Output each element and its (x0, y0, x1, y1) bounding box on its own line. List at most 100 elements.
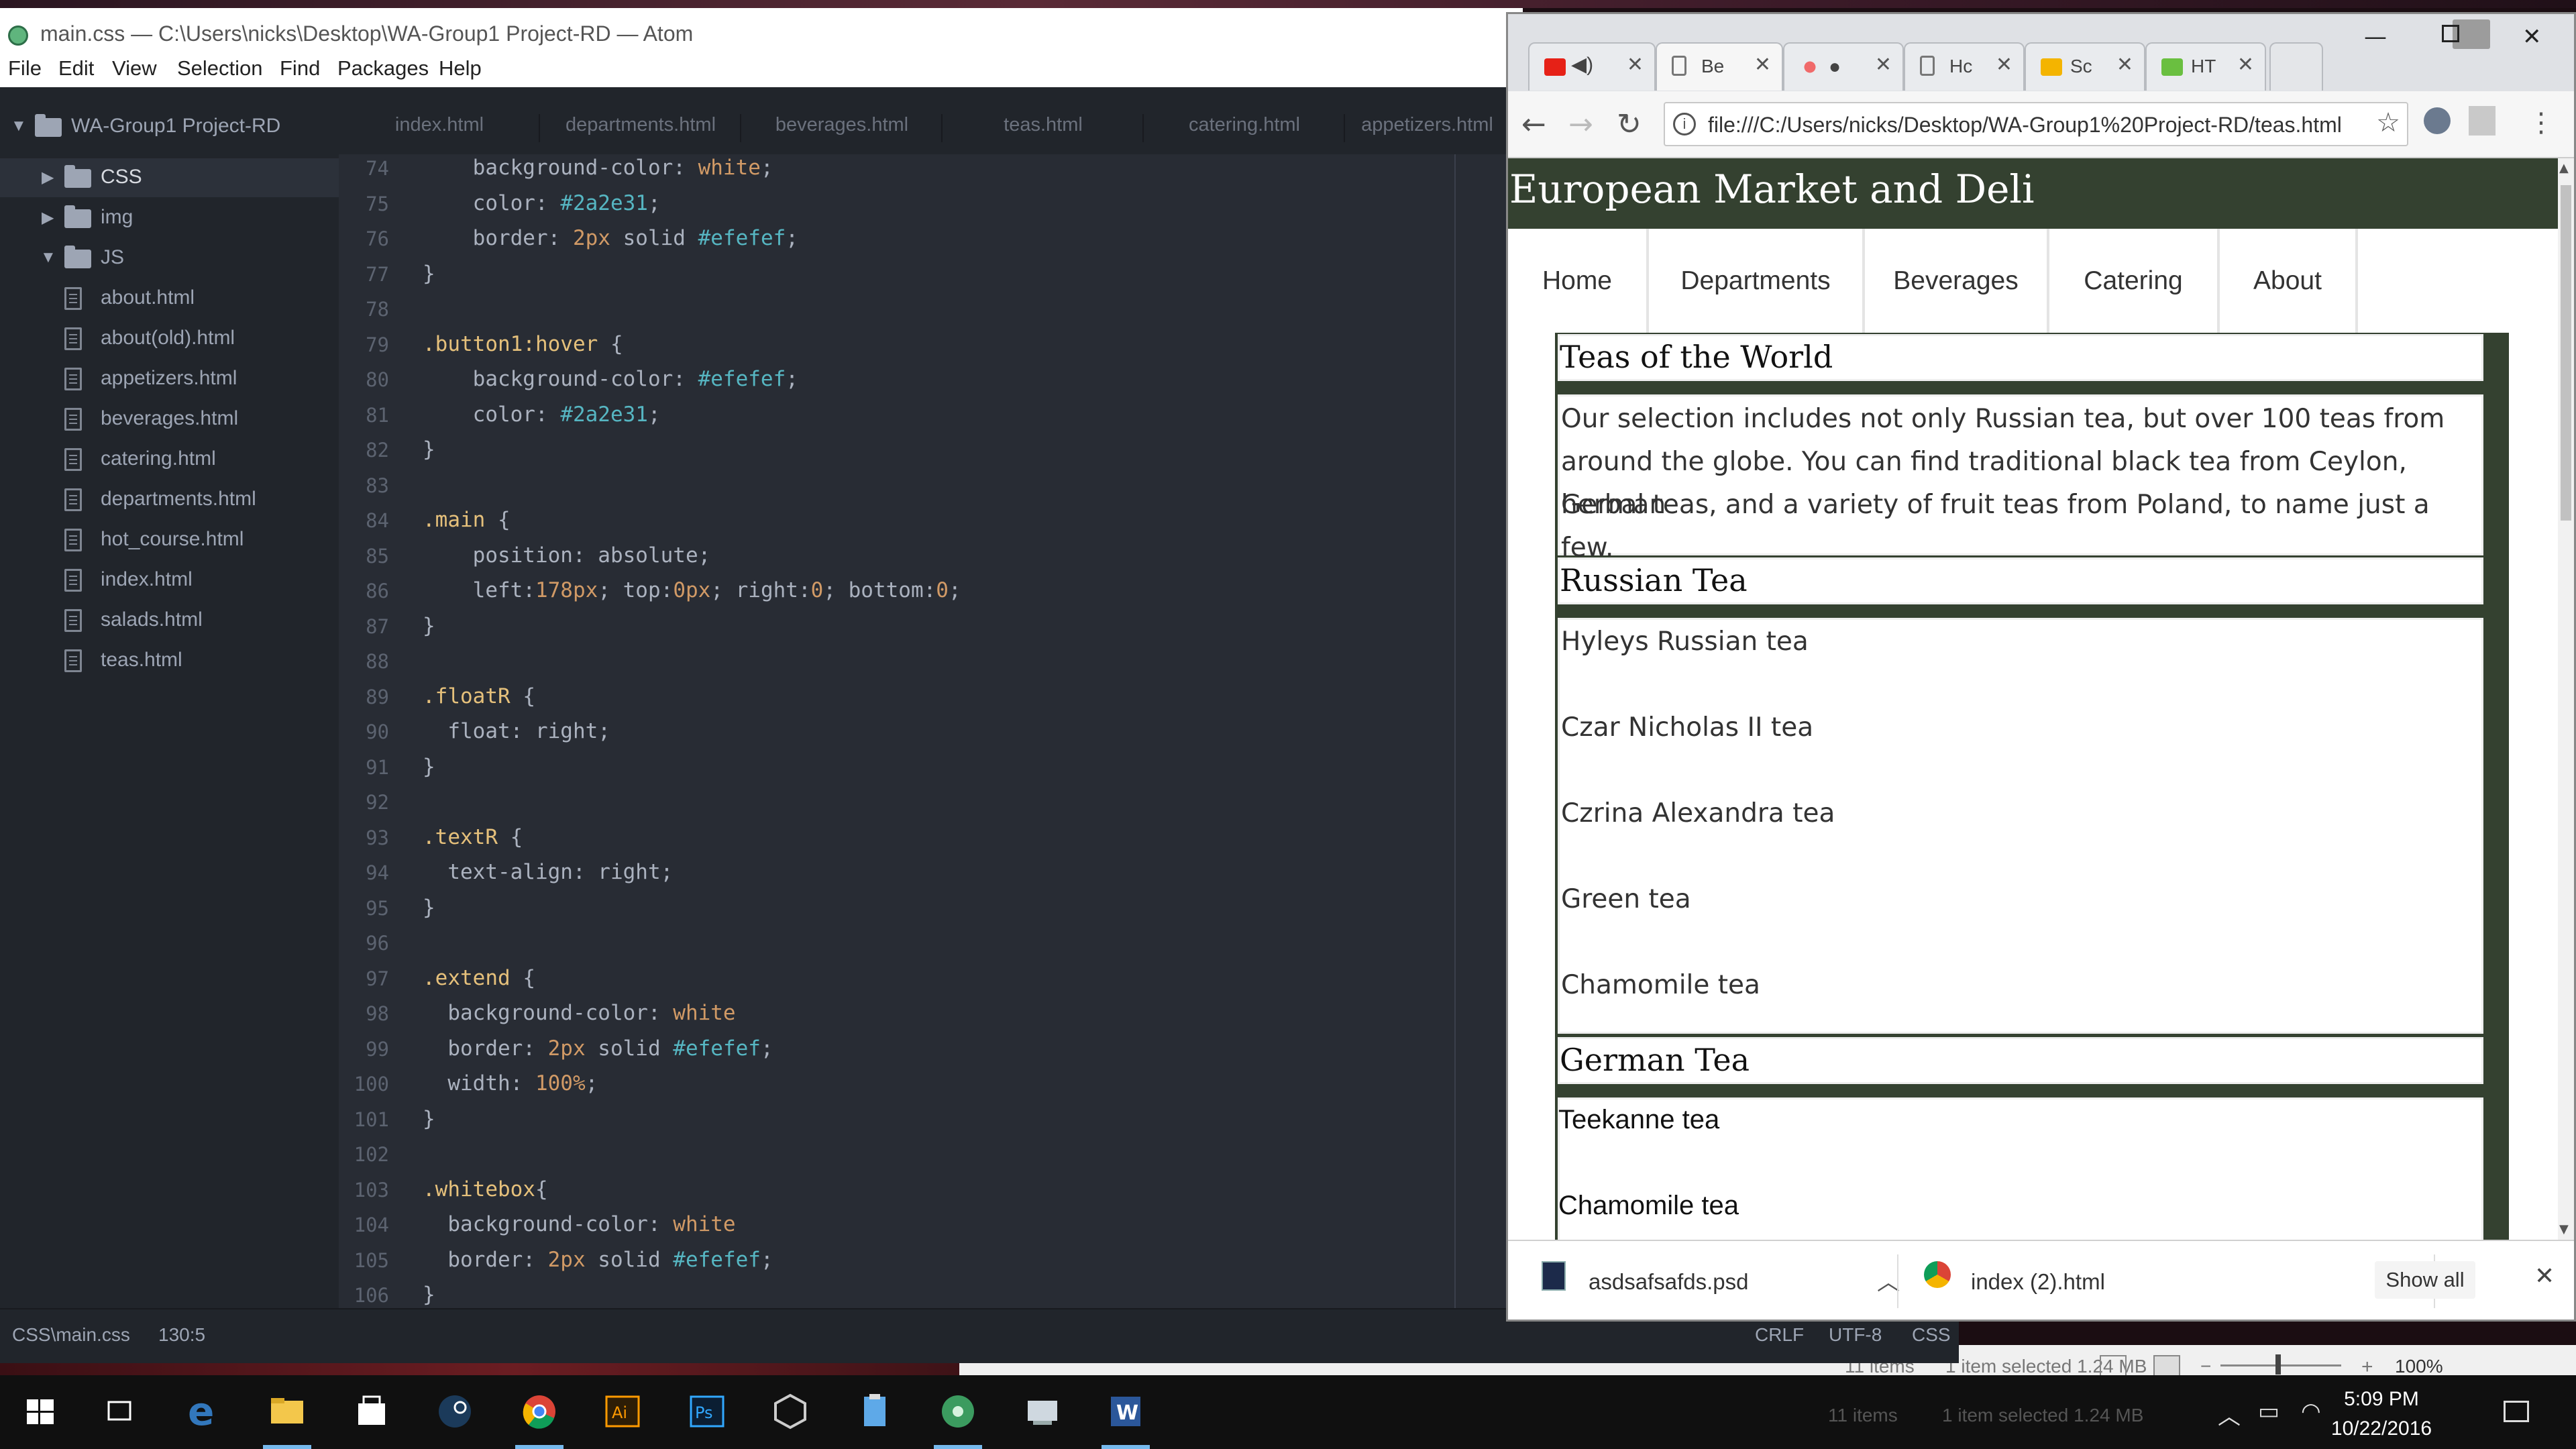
nav-about[interactable]: About (2220, 229, 2358, 333)
extension-acrobat-icon[interactable] (2469, 106, 2496, 136)
word-icon[interactable]: W (1102, 1387, 1150, 1436)
tree-file[interactable]: hot_course.html (0, 521, 339, 559)
tree-file[interactable]: teas.html (0, 641, 339, 680)
tree-file[interactable]: index.html (0, 561, 339, 600)
menu-file[interactable]: File (8, 56, 42, 80)
nav-departments[interactable]: Departments (1649, 229, 1865, 333)
file-explorer-icon[interactable] (263, 1387, 311, 1436)
edge-browser-icon[interactable]: e (180, 1387, 228, 1436)
nav-catering[interactable]: Catering (2049, 229, 2220, 333)
tree-file[interactable]: catering.html (0, 440, 339, 479)
battery-icon[interactable]: ▭ (2258, 1398, 2279, 1425)
tab-slides[interactable]: Sc ✕ (2025, 42, 2145, 91)
photoshop-icon[interactable]: Ps (683, 1387, 731, 1436)
tab-page[interactable]: Hc ✕ (1904, 42, 2025, 91)
tree-file[interactable]: about.html (0, 279, 339, 318)
status-line-ending[interactable]: CRLF (1755, 1324, 1804, 1346)
computer-icon[interactable] (1018, 1387, 1067, 1436)
windows-start-icon[interactable] (16, 1387, 64, 1436)
tree-folder-css[interactable]: ▶ CSS (0, 158, 339, 197)
status-grammar[interactable]: CSS (1912, 1324, 1951, 1346)
zoom-out-icon[interactable]: − (2200, 1356, 2211, 1377)
menu-icon[interactable]: ⋮ (2528, 107, 2555, 138)
nav-home[interactable]: Home (1508, 229, 1649, 333)
tab-html[interactable]: HT ✕ (2145, 42, 2266, 91)
vertical-scrollbar[interactable]: ▲ ▼ (2558, 158, 2574, 1240)
close-icon[interactable]: ✕ (1875, 53, 1892, 76)
mute-icon[interactable]: ◀) (1571, 53, 1593, 76)
bookmark-star-icon[interactable]: ☆ (2376, 107, 2400, 138)
clipboard-app-icon[interactable] (851, 1387, 899, 1436)
close-icon[interactable]: ✕ (1627, 53, 1644, 76)
extension-icon[interactable] (2424, 107, 2451, 134)
tab-catering[interactable]: catering.html (1144, 114, 1345, 148)
tab-appetizers[interactable]: appetizers.html (1345, 114, 1509, 148)
chevron-up-icon[interactable]: ︿ (1877, 1264, 1900, 1297)
status-encoding[interactable]: UTF-8 (1829, 1324, 1882, 1346)
show-all-button[interactable]: Show all (2375, 1261, 2475, 1299)
store-icon[interactable] (347, 1387, 396, 1436)
code-line: .textR { (423, 825, 523, 849)
close-icon[interactable]: ✕ (2237, 53, 2254, 76)
menu-help[interactable]: Help (439, 56, 482, 80)
task-view-icon[interactable] (95, 1387, 144, 1436)
line-number: 105 (354, 1249, 389, 1272)
menu-packages[interactable]: Packages (337, 56, 429, 80)
close-icon[interactable]: ✕ (1754, 53, 1771, 76)
chrome-icon[interactable] (515, 1387, 564, 1436)
menu-view[interactable]: View (112, 56, 157, 80)
nav-beverages[interactable]: Beverages (1865, 229, 2049, 333)
close-icon[interactable]: ✕ (2116, 53, 2133, 76)
status-file-path[interactable]: CSS\main.css (12, 1324, 130, 1346)
tree-project-root[interactable]: ▼ WA-Group1 Project-RD (0, 107, 339, 146)
tree-file[interactable]: departments.html (0, 480, 339, 519)
address-bar[interactable]: i file:///C:/Users/nicks/Desktop/WA-Grou… (1664, 102, 2408, 146)
tab-teas[interactable]: teas.html (943, 114, 1144, 148)
scroll-down-icon[interactable]: ▼ (2559, 1222, 2569, 1236)
download-item[interactable]: asdsafsafds.psd ︿ (1542, 1261, 1900, 1301)
tab-departments[interactable]: departments.html (540, 114, 741, 148)
window-close-icon[interactable]: ✕ (2522, 23, 2542, 50)
menu-selection[interactable]: Selection (177, 56, 263, 80)
status-cursor-position[interactable]: 130:5 (158, 1324, 205, 1346)
chevron-up-icon[interactable]: ︿ (2218, 1398, 2241, 1431)
reload-icon[interactable]: ↻ (1617, 107, 1642, 142)
close-icon[interactable]: ✕ (2534, 1263, 2555, 1290)
forward-icon[interactable]: → (1568, 107, 1593, 142)
tab-current-page[interactable]: Be ✕ (1656, 42, 1783, 91)
download-item[interactable]: index (2).html ︿ (1924, 1261, 2416, 1301)
wifi-icon[interactable]: ◠ (2301, 1398, 2321, 1425)
tab-index[interactable]: index.html (339, 114, 540, 148)
tab-youtube[interactable]: ◀) ✕ (1528, 42, 1656, 91)
tiles-view-icon[interactable] (2153, 1355, 2180, 1378)
maximize-icon[interactable] (2442, 25, 2459, 42)
close-icon[interactable]: ✕ (1996, 53, 2012, 76)
tree-file[interactable]: about(old).html (0, 319, 339, 358)
tree-folder-js[interactable]: ▼ JS (0, 239, 339, 278)
menu-edit[interactable]: Edit (58, 56, 94, 80)
file-label: salads.html (101, 608, 203, 631)
zoom-slider-thumb[interactable] (2275, 1354, 2281, 1375)
menu-find[interactable]: Find (280, 56, 320, 80)
new-tab-button[interactable] (2269, 42, 2323, 91)
illustrator-icon[interactable]: Ai (598, 1387, 647, 1436)
scrollbar-thumb[interactable] (2561, 185, 2571, 521)
code-editor[interactable]: 74 75 76 77 78 79 80 81 82 83 84 85 86 8… (339, 154, 1509, 1308)
action-center-icon[interactable] (2504, 1401, 2529, 1422)
tree-folder-img[interactable]: ▶ img (0, 199, 339, 237)
steam-icon[interactable] (431, 1387, 479, 1436)
zoom-slider[interactable] (2220, 1364, 2341, 1366)
tree-file[interactable]: salads.html (0, 601, 339, 640)
tree-file[interactable]: appetizers.html (0, 360, 339, 398)
tab-asana[interactable]: ● ✕ (1783, 42, 1904, 91)
tab-beverages[interactable]: beverages.html (741, 114, 943, 148)
back-icon[interactable]: ← (1521, 107, 1546, 142)
atom-app-icon[interactable] (934, 1387, 982, 1436)
german-tea-list: Teekanne tea Chamomile tea (1558, 1097, 2483, 1240)
unity-icon[interactable] (766, 1387, 814, 1436)
system-clock[interactable]: 5:09 PM 10/22/2016 (2321, 1385, 2442, 1444)
tree-file[interactable]: beverages.html (0, 400, 339, 439)
minimize-icon[interactable]: — (2364, 23, 2387, 50)
scroll-up-icon[interactable]: ▲ (2559, 161, 2569, 175)
details-view-icon[interactable] (2100, 1355, 2127, 1378)
